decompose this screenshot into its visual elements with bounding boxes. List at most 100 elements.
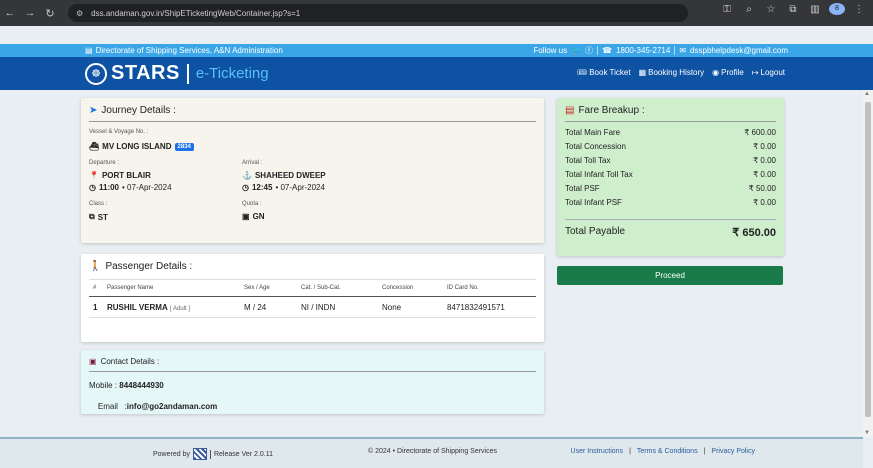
scrollbar-thumb[interactable] <box>865 102 871 417</box>
departure-label: Departure : <box>89 160 120 166</box>
arrival-label: Arrival : <box>242 160 263 166</box>
history-icon: ▦ <box>638 68 647 77</box>
scroll-down-icon[interactable]: ▼ <box>864 430 870 436</box>
logo-sub: e-Ticketing <box>195 65 269 82</box>
proceed-button[interactable]: Proceed <box>557 266 783 285</box>
site-settings-icon[interactable]: ⚙ <box>76 9 83 18</box>
phone-icon: ☎ <box>602 46 613 55</box>
send-icon: ➤ <box>89 105 98 116</box>
ship-icon: ⛴ <box>89 142 100 151</box>
row-num: 1 <box>89 296 103 318</box>
twitter-icon[interactable]: 🐦 <box>571 46 581 55</box>
menu-icon[interactable]: ⋮ <box>851 4 867 15</box>
logout-icon: ↦ <box>751 68 759 77</box>
copy-icon: ⧉ <box>89 212 95 221</box>
mobile-label: Mobile : <box>89 381 118 390</box>
link-privacy[interactable]: Privacy Policy <box>711 448 755 455</box>
id-card-cell: 8471832491571 <box>443 296 536 318</box>
voyage-badge: 2834 <box>174 142 194 151</box>
arrival-port: SHAHEED DWEEP <box>254 171 326 180</box>
menu-booking-history[interactable]: ▦ Booking History <box>639 68 705 77</box>
site-header: ☸ STARS e-Ticketing 🎟 Book Ticket ▦ Bookin… <box>0 57 873 90</box>
col-num: # <box>89 279 103 297</box>
forward-icon[interactable]: → <box>20 3 40 23</box>
link-user-instructions[interactable]: User Instructions <box>571 448 624 455</box>
fare-row-psf: Total PSF ₹ 50.00 <box>565 181 776 195</box>
departure-time: 11:00 <box>98 183 120 192</box>
fare-value: ₹ 0.00 <box>753 141 776 151</box>
powered-by-text: Powered by <box>153 450 190 458</box>
reload-icon[interactable]: ↻ <box>40 3 60 23</box>
fare-row-infant-psf: Total Infant PSF ₹ 0.00 <box>565 195 776 209</box>
concession-cell: None <box>378 296 443 318</box>
passenger-table: # Passenger Name Sex / Age Cat. / Sub-Ca… <box>89 279 536 318</box>
anchor-icon: ⚓ <box>242 171 252 180</box>
contact-title: Contact Details : <box>100 357 160 366</box>
clock-icon: ◷ <box>89 183 96 192</box>
logo-divider <box>186 63 189 84</box>
fare-value: ₹ 600.00 <box>744 127 776 137</box>
menu-profile[interactable]: ◉ Profile <box>712 68 744 77</box>
fare-label: Total Infant Toll Tax <box>565 169 633 179</box>
fare-label: Total Toll Tax <box>565 155 611 165</box>
passenger-name-cell: RUSHIL VERMA [ Adult ] <box>103 296 240 318</box>
building-icon: ▤ <box>85 46 93 55</box>
star-icon[interactable]: ☆ <box>763 4 779 15</box>
key-icon[interactable]: ⚿ <box>719 4 735 15</box>
follow-text: Follow us <box>533 46 568 55</box>
extensions-icon[interactable]: ⧉ <box>785 4 801 15</box>
scroll-up-icon[interactable]: ▲ <box>864 91 870 97</box>
address-bar[interactable]: ⚙ dss.andaman.gov.in/ShipETicketingWeb/C… <box>68 4 688 22</box>
vessel-label: Vessel & Voyage No. : <box>89 129 149 135</box>
mobile-value: 8448444930 <box>119 381 164 390</box>
helpdesk-email[interactable]: dsspbhelpdesk@gmail.com <box>690 46 788 55</box>
vendor-logo <box>192 448 207 460</box>
phone-number[interactable]: 1800-345-2714 <box>616 46 670 55</box>
class-label: Class : <box>89 201 108 207</box>
total-value: ₹ 650.00 <box>732 227 776 239</box>
class-value: ST <box>97 212 108 222</box>
fare-value: ₹ 0.00 <box>753 197 776 207</box>
site-footer: Powered by Release Ver 2.0.11 © 2024 • D… <box>0 437 863 468</box>
fare-label: Total PSF <box>565 183 600 193</box>
ticket-icon: 🎟 <box>577 68 588 77</box>
quota-value: GN <box>252 212 265 221</box>
col-id-card: ID Card No. <box>443 279 536 297</box>
departure-date: • 07-Apr-2024 <box>122 183 172 192</box>
menu-label: Profile <box>721 68 744 77</box>
email-value: info@go2andaman.com <box>126 402 218 411</box>
fare-row-infant-toll: Total Infant Toll Tax ₹ 0.00 <box>565 167 776 181</box>
menu-label: Booking History <box>648 68 705 77</box>
table-header-row: # Passenger Name Sex / Age Cat. / Sub-Ca… <box>89 279 536 297</box>
sidepanel-icon[interactable]: ▥ <box>807 4 823 15</box>
mail-icon: ✉ <box>679 46 687 55</box>
divider <box>597 46 599 55</box>
contact-book-icon: ▣ <box>89 357 97 366</box>
divider <box>89 121 536 122</box>
profile-avatar[interactable]: 8 <box>829 3 845 15</box>
table-row: 1 RUSHIL VERMA [ Adult ] M / 24 NI / IND… <box>89 296 536 318</box>
fare-row-main: Total Main Fare ₹ 600.00 <box>565 125 776 139</box>
site-logo[interactable]: ☸ STARS e-Ticketing <box>85 62 269 85</box>
col-category: Cat. / Sub-Cat. <box>297 279 378 297</box>
arrival-time: 12:45 <box>251 183 273 192</box>
back-icon[interactable]: ← <box>0 3 20 23</box>
divider <box>565 121 776 122</box>
divider: | <box>629 448 631 455</box>
arrival-date: • 07-Apr-2024 <box>275 183 325 192</box>
fare-value: ₹ 0.00 <box>753 169 776 179</box>
zoom-icon[interactable]: ⌕ <box>741 4 757 15</box>
menu-logout[interactable]: ↦ Logout <box>752 68 785 77</box>
category-cell: NI / INDN <box>297 296 378 318</box>
divider <box>209 449 211 459</box>
col-sex-age: Sex / Age <box>240 279 297 297</box>
passenger-name: RUSHIL VERMA <box>107 302 168 312</box>
divider <box>89 371 536 372</box>
facebook-icon[interactable]: ⓕ <box>585 45 593 56</box>
link-terms[interactable]: Terms & Conditions <box>637 448 698 455</box>
fare-value: ₹ 50.00 <box>748 183 776 193</box>
menu-book-ticket[interactable]: 🎟 Book Ticket <box>577 68 631 77</box>
page-scrollbar[interactable]: ▲ ▼ <box>863 90 873 437</box>
info-bar: ▤ Directorate of Shipping Services, A&N … <box>0 44 873 57</box>
sex-age-cell: M / 24 <box>240 296 297 318</box>
